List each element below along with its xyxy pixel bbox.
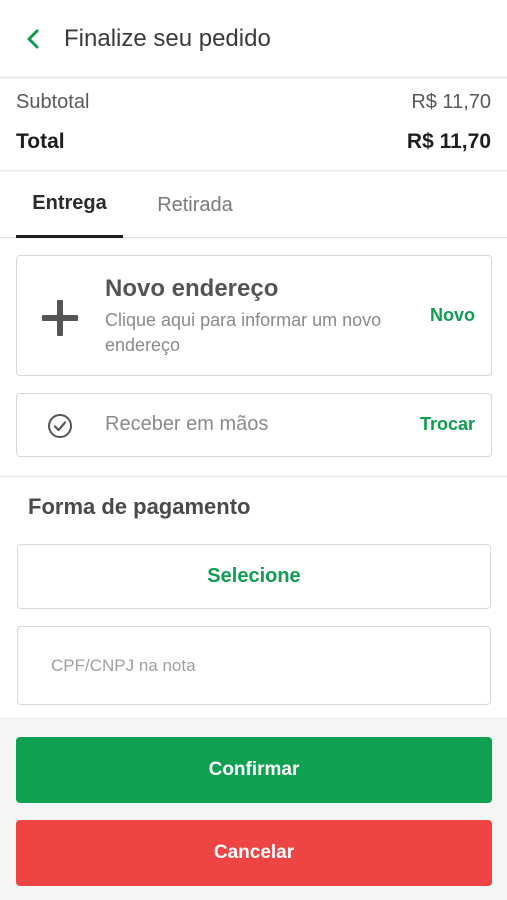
tab-retirada[interactable]: Retirada	[140, 172, 250, 238]
total-value: R$ 11,70	[406, 130, 491, 153]
confirm-button[interactable]: Confirmar	[16, 737, 492, 803]
total-label: Total	[16, 130, 65, 153]
new-address-button[interactable]: Novo	[430, 305, 475, 326]
delivery-tabs: Entrega Retirada	[0, 172, 507, 238]
new-address-card[interactable]: Novo endereço Clique aqui para informar …	[16, 255, 492, 376]
cancel-button[interactable]: Cancelar	[16, 820, 492, 886]
payment-section: Forma de pagamento Selecione	[0, 476, 507, 719]
receive-in-hand-card[interactable]: Receber em mãos Trocar	[16, 393, 492, 457]
receive-in-hand-label: Receber em mãos	[105, 413, 269, 435]
app-header: Finalize seu pedido	[0, 0, 507, 78]
change-button[interactable]: Trocar	[420, 414, 475, 435]
payment-select-button[interactable]: Selecione	[17, 544, 491, 609]
total-row: Total R$ 11,70	[16, 123, 491, 161]
cpf-cnpj-input[interactable]	[17, 626, 491, 705]
new-address-title: Novo endereço	[105, 275, 279, 302]
tab-entrega[interactable]: Entrega	[16, 172, 123, 238]
check-circle-icon	[48, 414, 72, 438]
delivery-section: Novo endereço Clique aqui para informar …	[0, 239, 507, 475]
new-address-description: Clique aqui para informar um novo endere…	[105, 310, 382, 355]
plus-icon	[42, 300, 78, 336]
payment-title: Forma de pagamento	[28, 494, 251, 519]
chevron-left-icon	[27, 29, 39, 48]
back-button[interactable]	[14, 19, 54, 59]
order-summary: Subtotal R$ 11,70 Total R$ 11,70	[0, 79, 507, 171]
subtotal-value: R$ 11,70	[411, 90, 491, 113]
subtotal-row: Subtotal R$ 11,70	[16, 85, 491, 119]
subtotal-label: Subtotal	[16, 90, 90, 113]
page-title: Finalize seu pedido	[64, 24, 271, 52]
